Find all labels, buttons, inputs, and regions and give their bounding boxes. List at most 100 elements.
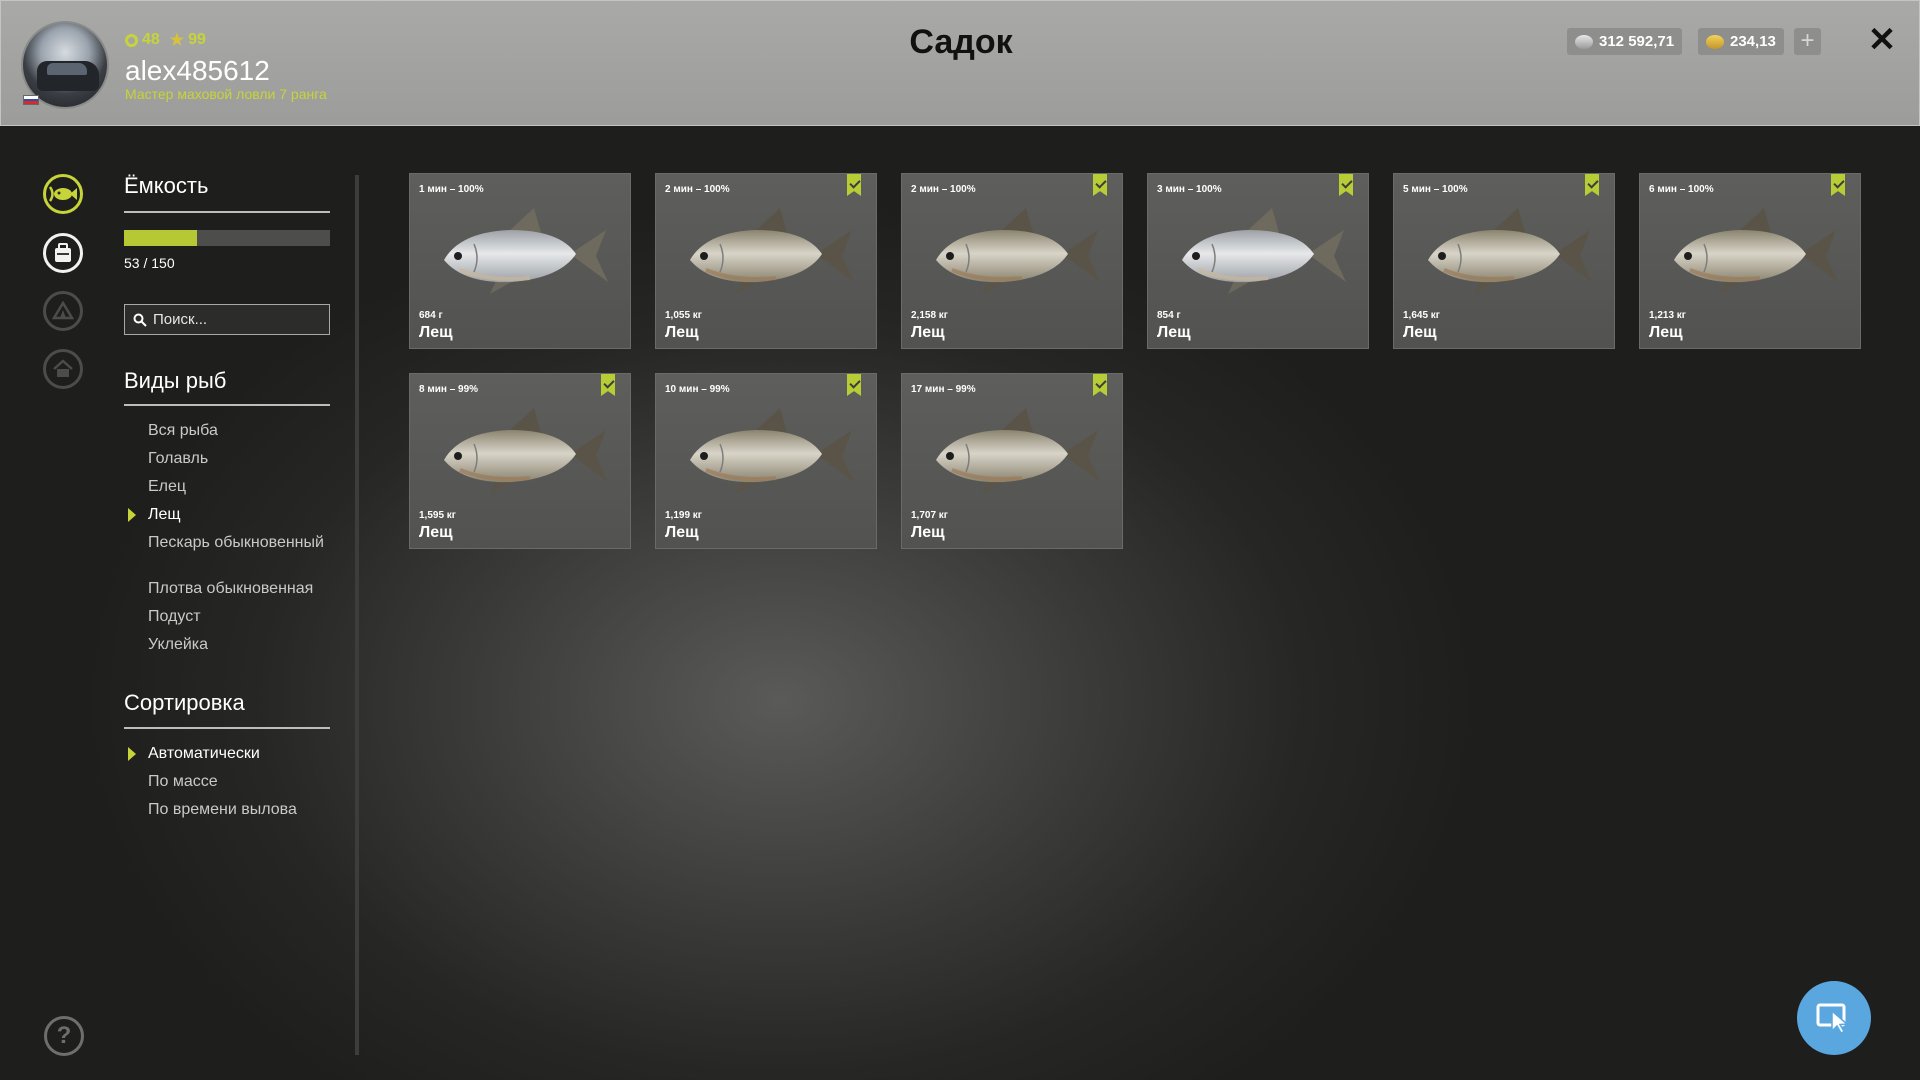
home-icon[interactable] [43, 349, 83, 389]
search-box[interactable] [124, 304, 330, 335]
fish-weight: 1,707 кг [911, 510, 948, 521]
fish-card[interactable]: 6 мин – 100% 1,213 кг Лещ [1639, 173, 1861, 349]
bookmark-icon[interactable] [1339, 174, 1353, 196]
fish-weight: 854 г [1157, 310, 1181, 321]
search-input[interactable] [153, 311, 323, 328]
fish-card[interactable]: 10 мин – 99% 1,199 кг Лещ [655, 373, 877, 549]
fish-name: Лещ [419, 324, 453, 341]
selected-arrow-icon [128, 508, 136, 522]
species-filter-item[interactable]: Елец [148, 478, 348, 496]
cursor-window-icon [1816, 1003, 1849, 1034]
silver-balance: 312 592,71 [1567, 28, 1683, 55]
species-heading: Виды рыб [124, 368, 227, 393]
player-rank: Мастер маховой ловли 7 ранга [125, 86, 327, 102]
species-filter-item[interactable]: Лещ [148, 506, 348, 524]
gold-coin-icon [1706, 34, 1724, 49]
sort-option[interactable]: По массе [148, 773, 348, 791]
keepnet-fish-icon[interactable] [43, 174, 83, 214]
russia-flag-icon [23, 95, 39, 105]
catch-time: 2 мин – 100% [665, 184, 730, 195]
gold-value: 234,13 [1730, 33, 1776, 50]
bream-fish-icon [1428, 208, 1592, 294]
fish-card[interactable]: 2 мин – 100% 2,158 кг Лещ [901, 173, 1123, 349]
bookmark-icon[interactable] [1093, 374, 1107, 396]
gold-balance: 234,13 [1698, 28, 1784, 55]
camp-icon[interactable] [43, 291, 83, 331]
silver-value: 312 592,71 [1599, 33, 1675, 50]
fish-name: Лещ [1649, 324, 1683, 341]
bookmark-icon[interactable] [601, 374, 615, 396]
fish-card[interactable]: 8 мин – 99% 1,595 кг Лещ [409, 373, 631, 549]
fish-card[interactable]: 3 мин – 100% 854 г Лещ [1147, 173, 1369, 349]
fish-name: Лещ [911, 524, 945, 541]
fish-name: Лещ [419, 524, 453, 541]
bookmark-icon[interactable] [847, 174, 861, 196]
cursor-mode-button[interactable] [1797, 981, 1871, 1055]
sort-heading: Сортировка [124, 690, 245, 715]
selected-arrow-icon [128, 747, 136, 761]
fish-card[interactable]: 1 мин – 100% 684 г Лещ [409, 173, 631, 349]
catch-time: 5 мин – 100% [1403, 184, 1468, 195]
sort-option[interactable]: Автоматически [148, 745, 348, 763]
sidebar-divider [355, 175, 359, 1055]
bream-fish-icon [1182, 208, 1346, 294]
fish-card[interactable]: 2 мин – 100% 1,055 кг Лещ [655, 173, 877, 349]
species-divider [124, 404, 330, 406]
capacity-heading: Ёмкость [124, 173, 209, 198]
tent-glyph-icon [52, 301, 74, 320]
capacity-progress-fill [124, 230, 197, 246]
fish-name: Лещ [665, 324, 699, 341]
help-button[interactable]: ? [44, 1016, 84, 1056]
bream-fish-icon [690, 408, 854, 494]
bream-fish-icon [690, 208, 854, 294]
species-filter-item[interactable]: Голавль [148, 450, 348, 468]
catch-time: 8 мин – 99% [419, 384, 479, 395]
species-filter-item[interactable]: Вся рыба [148, 422, 348, 440]
species-filter-item[interactable]: Уклейка [148, 636, 348, 654]
catch-time: 1 мин – 100% [419, 184, 484, 195]
capacity-divider [124, 211, 330, 213]
bookmark-icon[interactable] [847, 374, 861, 396]
fish-name: Лещ [665, 524, 699, 541]
species-filter-item[interactable]: Пескарь обыкновенный [148, 534, 348, 552]
avatar-window [47, 63, 87, 75]
catch-time: 17 мин – 99% [911, 384, 976, 395]
fish-weight: 1,199 кг [665, 510, 702, 521]
close-button[interactable]: ✕ [1865, 23, 1899, 57]
add-currency-button[interactable]: + [1794, 28, 1821, 55]
house-glyph-icon [53, 359, 73, 377]
bream-fish-icon [444, 208, 608, 294]
fish-name: Лещ [1157, 324, 1191, 341]
fish-card[interactable]: 17 мин – 99% 1,707 кг Лещ [901, 373, 1123, 549]
sort-divider [124, 727, 330, 729]
fish-card[interactable]: 5 мин – 100% 1,645 кг Лещ [1393, 173, 1615, 349]
capacity-count: 53 / 150 [124, 255, 175, 271]
bream-fish-icon [936, 408, 1100, 494]
inventory-icon[interactable] [43, 233, 83, 273]
catch-time: 2 мин – 100% [911, 184, 976, 195]
fish-weight: 2,158 кг [911, 310, 948, 321]
capacity-progress-bar [124, 230, 330, 246]
fish-weight: 1,213 кг [1649, 310, 1686, 321]
fish-name: Лещ [1403, 324, 1437, 341]
fish-glyph-icon [48, 186, 77, 202]
fish-weight: 684 г [419, 310, 443, 321]
top-bar: 48 ★ 99 alex485612 Мастер маховой ловли … [0, 0, 1920, 126]
bookmark-icon[interactable] [1093, 174, 1107, 196]
species-filter-item[interactable]: Подуст [148, 608, 348, 626]
catch-time: 10 мин – 99% [665, 384, 730, 395]
fish-weight: 1,645 кг [1403, 310, 1440, 321]
bream-fish-icon [444, 408, 608, 494]
silver-coin-icon [1575, 34, 1593, 49]
catch-time: 3 мин – 100% [1157, 184, 1222, 195]
bookmark-icon[interactable] [1585, 174, 1599, 196]
fish-weight: 1,055 кг [665, 310, 702, 321]
bookmark-icon[interactable] [1831, 174, 1845, 196]
fish-weight: 1,595 кг [419, 510, 456, 521]
catch-time: 6 мин – 100% [1649, 184, 1714, 195]
sort-option[interactable]: По времени вылова [148, 801, 348, 819]
species-filter-item[interactable]: Плотва обыкновенная [148, 580, 348, 598]
bream-fish-icon [1674, 208, 1838, 294]
search-icon [133, 313, 147, 327]
fish-name: Лещ [911, 324, 945, 341]
